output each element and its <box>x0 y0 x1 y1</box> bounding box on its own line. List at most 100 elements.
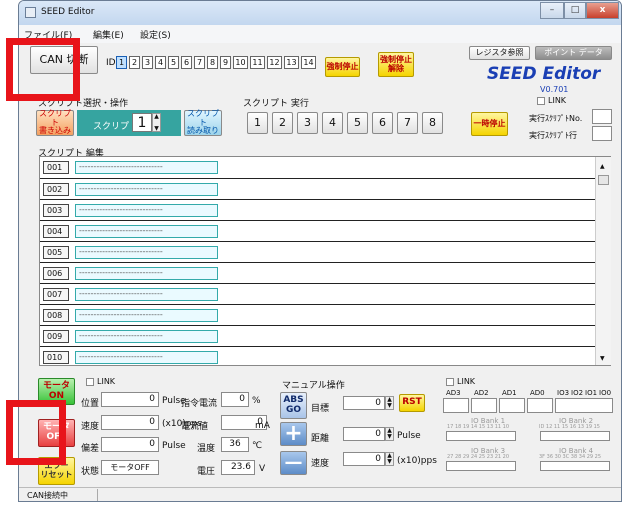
temperature-label: 温度 <box>197 444 216 454</box>
version-label: V0.701 <box>540 85 569 94</box>
script-exec-label: スクリプト 実行 <box>243 99 309 109</box>
script-row-number: 008 <box>43 309 69 322</box>
abs-go-button[interactable]: ABS GO <box>280 392 307 419</box>
script-row[interactable]: 002 ----------------------------- <box>40 178 595 199</box>
id-tab-8[interactable]: 8 <box>207 56 218 69</box>
script-row-command[interactable]: ----------------------------- <box>75 204 218 217</box>
minimize-button[interactable]: – <box>540 2 564 19</box>
force-stop-button[interactable]: 強制停止 <box>325 57 360 77</box>
io-label-io0: IO0 <box>599 389 612 397</box>
io-bank3-field <box>446 461 516 471</box>
scroll-thumb[interactable] <box>598 175 609 185</box>
script-row-command[interactable]: ----------------------------- <box>75 161 218 174</box>
rst-button[interactable]: RST <box>399 394 425 412</box>
menu-edit[interactable]: 編集(E) <box>93 28 124 41</box>
script-row-command[interactable]: ----------------------------- <box>75 288 218 301</box>
script-row[interactable]: 008 ----------------------------- <box>40 304 595 325</box>
script-number-spinner[interactable]: ▲ ▼ <box>152 113 161 132</box>
status-divider <box>97 489 98 501</box>
close-button[interactable]: x <box>586 2 619 19</box>
script-read-button[interactable]: スクリプト 読み取り <box>184 109 222 136</box>
voltage-label: 電圧 <box>197 467 216 477</box>
script-row[interactable]: 001 ----------------------------- <box>40 157 595 178</box>
script-row[interactable]: 007 ----------------------------- <box>40 283 595 304</box>
exec-script-no-field <box>592 109 612 124</box>
distance-label: 距離 <box>311 434 330 444</box>
exec-script-line-label: 実行ｽｸﾘﾌﾟﾄ行 <box>529 131 577 140</box>
io-link-checkbox[interactable] <box>446 378 454 386</box>
id-tab-9[interactable]: 9 <box>220 56 231 69</box>
id-tab-11[interactable]: 11 <box>250 56 265 69</box>
script-row-command[interactable]: ----------------------------- <box>75 351 218 364</box>
scrollbar[interactable]: ▲ ▼ <box>595 157 611 365</box>
force-stop-release-button[interactable]: 強制停止 解除 <box>378 52 414 77</box>
script-number-input[interactable]: 1 <box>132 113 152 132</box>
exec-script-6-button[interactable]: 6 <box>372 112 393 134</box>
distance-spinner[interactable]: ▲ ▼ <box>385 427 394 441</box>
manual-speed-field[interactable]: 0 <box>343 452 385 466</box>
speed-label: 速度 <box>81 422 100 432</box>
script-row-command[interactable]: ----------------------------- <box>75 225 218 238</box>
link-checkbox-top[interactable] <box>537 97 545 105</box>
id-tab-7[interactable]: 7 <box>194 56 205 69</box>
exec-script-3-button[interactable]: 3 <box>297 112 318 134</box>
title-bar: SEED Editor – □ x <box>19 1 621 25</box>
script-row[interactable]: 004 ----------------------------- <box>40 220 595 241</box>
script-row-command[interactable]: ----------------------------- <box>75 246 218 259</box>
id-tab-5[interactable]: 5 <box>168 56 179 69</box>
maximize-button[interactable]: □ <box>564 2 586 19</box>
exec-script-no-label: 実行ｽｸﾘﾌﾟﾄNo. <box>529 114 583 123</box>
script-row[interactable]: 005 ----------------------------- <box>40 241 595 262</box>
id-tab-6[interactable]: 6 <box>181 56 192 69</box>
point-data-button[interactable]: ポイント データ <box>535 46 612 60</box>
script-row-command[interactable]: ----------------------------- <box>75 267 218 280</box>
script-row-number: 002 <box>43 183 69 196</box>
register-reference-button[interactable]: レジスタ参照 <box>469 46 530 60</box>
scroll-up-icon[interactable]: ▲ <box>600 163 605 170</box>
script-row-command[interactable]: ----------------------------- <box>75 183 218 196</box>
id-tab-2[interactable]: 2 <box>129 56 140 69</box>
io-bank3-bits: 27 28 29 24 25 23 21 20 <box>447 454 510 460</box>
state-field: モータOFF <box>101 460 159 475</box>
menu-settings[interactable]: 設定(S) <box>140 28 171 41</box>
pause-button[interactable]: 一時停止 <box>471 112 508 136</box>
script-row-command[interactable]: ----------------------------- <box>75 309 218 322</box>
id-tab-13[interactable]: 13 <box>284 56 299 69</box>
exec-script-1-button[interactable]: 1 <box>247 112 268 134</box>
script-row[interactable]: 003 ----------------------------- <box>40 199 595 220</box>
exec-script-2-button[interactable]: 2 <box>272 112 293 134</box>
scroll-down-icon[interactable]: ▼ <box>600 355 605 362</box>
minus-button[interactable]: — <box>280 451 307 475</box>
io-bank4-bits: 3F 36 30 3C 38 34 29 25 <box>539 454 602 460</box>
io-label-io1: IO1 <box>585 389 598 397</box>
io-label-io3: IO3 <box>557 389 570 397</box>
script-row[interactable]: 009 ----------------------------- <box>40 325 595 346</box>
position-field: 0 <box>101 392 159 407</box>
id-tab-3[interactable]: 3 <box>142 56 153 69</box>
id-tab-10[interactable]: 10 <box>233 56 248 69</box>
exec-script-4-button[interactable]: 4 <box>322 112 343 134</box>
distance-field[interactable]: 0 <box>343 427 385 441</box>
current-label: 電流値 <box>181 422 209 432</box>
script-row-command[interactable]: ----------------------------- <box>75 330 218 343</box>
id-tab-14[interactable]: 14 <box>301 56 316 69</box>
exec-script-8-button[interactable]: 8 <box>422 112 443 134</box>
script-row[interactable]: 006 ----------------------------- <box>40 262 595 283</box>
script-write-button[interactable]: スクリプト 書き込み <box>36 109 74 136</box>
exec-script-5-button[interactable]: 5 <box>347 112 368 134</box>
exec-script-7-button[interactable]: 7 <box>397 112 418 134</box>
manual-speed-spinner[interactable]: ▲ ▼ <box>385 452 394 466</box>
plus-button[interactable]: + <box>280 421 307 446</box>
ad3-field <box>443 398 469 413</box>
target-field[interactable]: 0 <box>343 396 385 410</box>
id-tab-4[interactable]: 4 <box>155 56 166 69</box>
script-row[interactable]: 010 ----------------------------- <box>40 346 595 367</box>
id-tab-1[interactable]: 1 <box>116 56 127 69</box>
io-bits-field <box>555 398 613 413</box>
id-tab-12[interactable]: 12 <box>267 56 282 69</box>
target-spinner[interactable]: ▲ ▼ <box>385 396 394 410</box>
motor-link-checkbox[interactable] <box>86 378 94 386</box>
ad2-field <box>471 398 497 413</box>
voltage-field: 23.6 <box>221 460 255 475</box>
io-label-ad2: AD2 <box>474 389 489 397</box>
